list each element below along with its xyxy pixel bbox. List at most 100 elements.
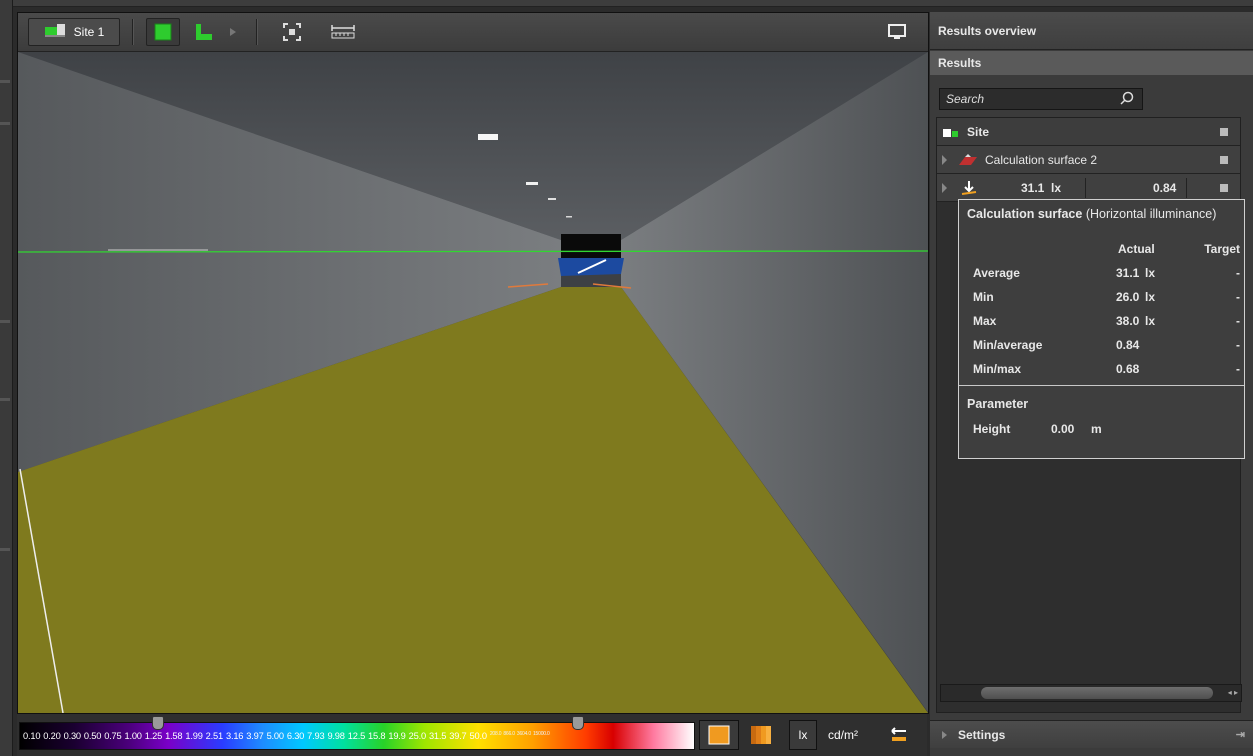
- param-label: Height: [973, 422, 1011, 436]
- col-actual-header: Actual: [1118, 242, 1155, 256]
- false-color-legend[interactable]: 0.10 0.20 0.30 0.50 0.75 1.00 1.25 1.58 …: [19, 722, 695, 750]
- tree-item-illuminance-result[interactable]: 31.1 lx 0.84: [937, 174, 1240, 202]
- scale-label: 0.75: [104, 731, 122, 741]
- tree-item-calculation-surface[interactable]: Calculation surface 2: [937, 146, 1240, 174]
- stepped-swatch-icon: [751, 726, 771, 744]
- expand-arrow-icon[interactable]: [942, 730, 947, 739]
- search-icon[interactable]: [1120, 91, 1134, 105]
- view-dropdown-arrow[interactable]: [226, 18, 240, 46]
- scroll-arrows-icon[interactable]: ◂ ▸: [1228, 688, 1238, 697]
- scale-label: 0.10: [23, 731, 41, 741]
- tooltip-title: Calculation surface (Horizontal illumina…: [967, 207, 1216, 221]
- stat-row-max: Max 38.0 lx -: [973, 314, 1243, 334]
- scale-min-slider-handle[interactable]: [151, 716, 164, 730]
- search-input[interactable]: Search: [939, 88, 1143, 110]
- monitor-icon: [888, 24, 906, 39]
- result-details-tooltip: Calculation surface (Horizontal illumina…: [958, 199, 1245, 459]
- unit-luminance-button[interactable]: cd/m²: [821, 720, 865, 750]
- results-panel: Results overview Results Search Site Cal…: [930, 12, 1253, 756]
- floor-plan-icon: [196, 24, 212, 40]
- false-color-scale-bar: 0.10 0.20 0.30 0.50 0.75 1.00 1.25 1.58 …: [17, 714, 927, 756]
- scale-label: 1.58: [165, 731, 183, 741]
- stat-unit: lx: [1145, 314, 1156, 328]
- left-dock-strip: [0, 0, 13, 756]
- stat-value: 0.84: [1116, 338, 1140, 352]
- color-mode-smooth-button[interactable]: [699, 720, 739, 750]
- scale-label: 1.00: [124, 731, 142, 741]
- results-overview-header[interactable]: Results overview: [930, 12, 1253, 50]
- scale-label: 3.16: [225, 731, 244, 741]
- tooltip-divider: [959, 385, 1244, 386]
- tree-item-site[interactable]: Site: [937, 118, 1240, 146]
- scale-label: 3604.0: [516, 731, 531, 737]
- expand-arrow-icon[interactable]: [942, 154, 947, 165]
- param-unit: m: [1091, 422, 1102, 436]
- scale-label: 1.99: [185, 731, 203, 741]
- scale-label: 2.51: [205, 731, 224, 741]
- 3d-view-button[interactable]: [146, 18, 180, 46]
- scale-label: 208.0: [489, 731, 502, 737]
- stat-value: 0.68: [1116, 362, 1140, 376]
- tooltip-title-sub: (Horizontal illuminance): [1085, 207, 1217, 221]
- scale-label: 6.30: [286, 731, 305, 741]
- scale-label: 15000.0: [532, 731, 550, 737]
- parameter-heading: Parameter: [967, 397, 1237, 417]
- result-ratio: 0.84: [1153, 180, 1177, 195]
- window-top-edge: [0, 0, 1253, 7]
- expand-arrow-icon[interactable]: [942, 182, 947, 193]
- scale-label: 5.00: [266, 731, 285, 741]
- scale-options-button[interactable]: [883, 720, 915, 750]
- scale-max-slider-handle[interactable]: [572, 716, 585, 730]
- visibility-checkbox[interactable]: [1220, 127, 1228, 136]
- site-selector-button[interactable]: Site 1: [28, 18, 120, 46]
- stat-label: Min/max: [973, 362, 1022, 376]
- scrollbar-thumb[interactable]: [981, 687, 1213, 699]
- stat-value: 38.0: [1116, 314, 1140, 328]
- scale-label: 50.0: [469, 731, 488, 741]
- stat-target: -: [1236, 362, 1240, 376]
- section-title: Results: [938, 56, 982, 70]
- result-value: 31.1: [1021, 180, 1045, 195]
- scale-label: 0.50: [83, 731, 102, 741]
- chevron-right-icon: [230, 28, 236, 36]
- horizontal-scrollbar[interactable]: ◂ ▸: [940, 684, 1242, 702]
- settings-label: Settings: [958, 727, 1006, 742]
- site-icon: [44, 22, 66, 43]
- tunnel-render[interactable]: [18, 52, 928, 713]
- scale-label: 9.98: [327, 731, 345, 741]
- scale-label: 1.25: [144, 731, 163, 741]
- stat-label: Max: [973, 314, 997, 328]
- scale-label: 15.8: [368, 731, 386, 741]
- parameter-row-height: Height 0.00 m: [973, 422, 1243, 442]
- tooltip-header-row: Actual Target: [973, 242, 1243, 262]
- stat-label: Average: [973, 266, 1020, 280]
- stat-row-min-max: Min/max 0.68 -: [973, 362, 1243, 382]
- stat-label: Min: [973, 290, 994, 304]
- scale-label: 12.5: [347, 731, 366, 741]
- stat-row-average: Average 31.1 lx -: [973, 266, 1243, 286]
- floor-plan-button[interactable]: [188, 18, 220, 46]
- pin-icon[interactable]: ⇥: [1236, 728, 1245, 741]
- scale-label: 3.97: [246, 731, 264, 741]
- settings-section-header[interactable]: Settings ⇥: [930, 720, 1253, 748]
- scale-label: 31.5: [428, 731, 447, 741]
- visibility-checkbox[interactable]: [1220, 183, 1228, 192]
- 3d-viewport[interactable]: Site 1: [17, 12, 929, 714]
- results-section-header[interactable]: Results: [930, 51, 1253, 75]
- visibility-checkbox[interactable]: [1220, 155, 1228, 164]
- scale-label: 19.9: [388, 731, 406, 741]
- scale-label: 39.7: [449, 731, 467, 741]
- site-label: Site 1: [73, 25, 105, 39]
- stat-target: -: [1236, 290, 1240, 304]
- cube-icon: [154, 23, 172, 41]
- unit-lux-button[interactable]: lx: [789, 720, 817, 750]
- scale-label: 866.0: [503, 731, 515, 737]
- zoom-extents-button[interactable]: [278, 18, 306, 46]
- display-mode-button[interactable]: [882, 18, 912, 46]
- color-mode-stepped-button[interactable]: [743, 720, 779, 750]
- column-divider: [1186, 177, 1187, 198]
- tree-item-label: Site: [967, 124, 990, 139]
- parameter-heading-text: Parameter: [967, 397, 1029, 411]
- measure-button[interactable]: [328, 18, 358, 46]
- column-divider: [1085, 177, 1086, 198]
